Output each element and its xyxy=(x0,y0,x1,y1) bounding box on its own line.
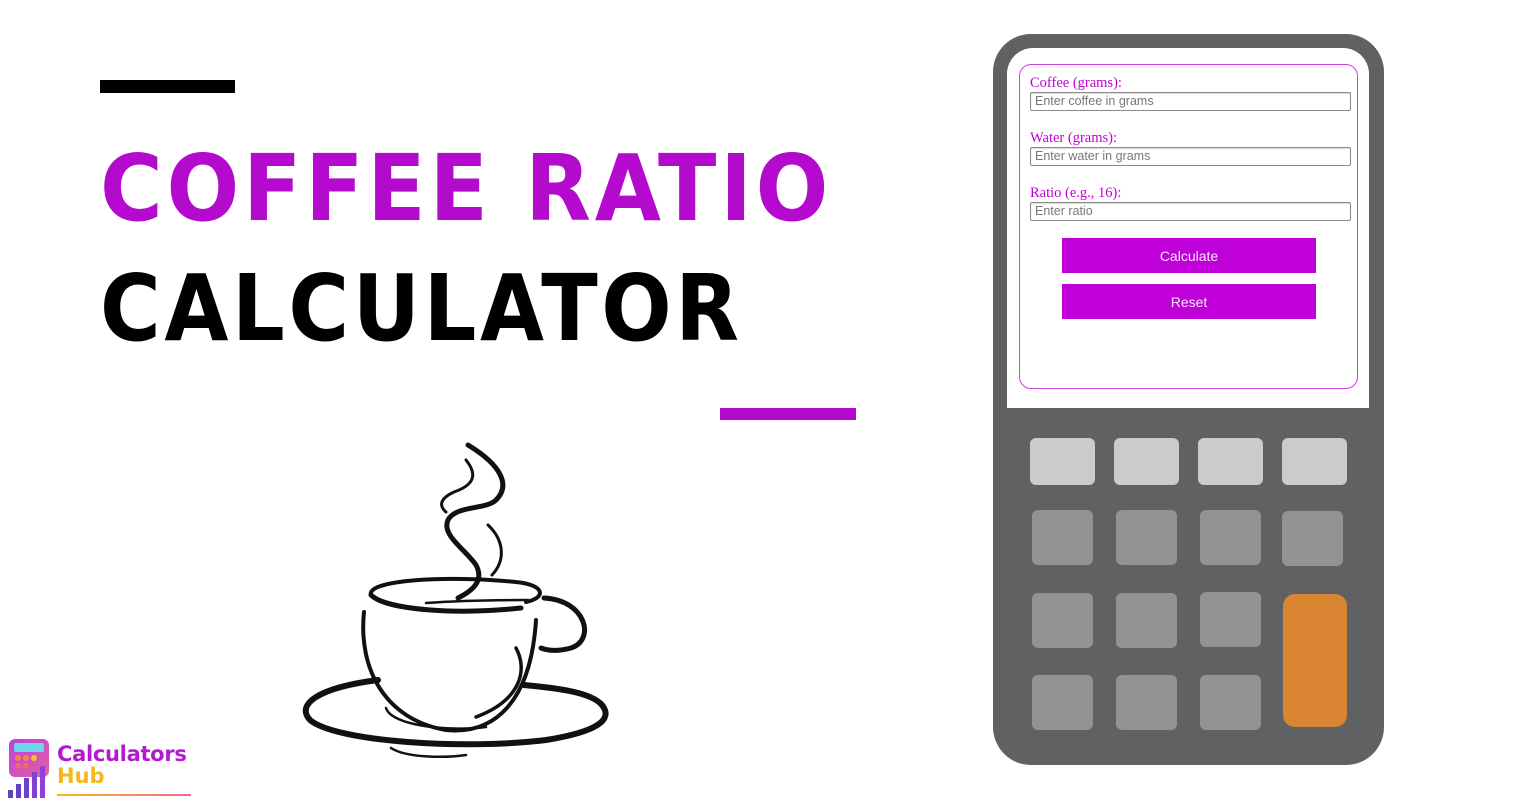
keypad-key xyxy=(1030,438,1095,485)
keypad-key xyxy=(1200,510,1261,565)
reset-button[interactable]: Reset xyxy=(1062,284,1316,319)
water-input[interactable] xyxy=(1030,147,1351,166)
keypad-key xyxy=(1282,438,1347,485)
logo-text-hub: Hub xyxy=(57,764,105,788)
calculate-button[interactable]: Calculate xyxy=(1062,238,1316,273)
keypad-key xyxy=(1198,438,1263,485)
keypad-key xyxy=(1200,592,1261,647)
keypad-key xyxy=(1200,675,1261,730)
decorative-bar-accent xyxy=(720,408,856,420)
coffee-ratio-form: Coffee (grams): Water (grams): Ratio (e.… xyxy=(1019,64,1358,389)
water-label: Water (grams): xyxy=(1030,130,1117,146)
page-title-line1: COFFEE RATIO xyxy=(100,135,833,242)
logo-text-calculators: Calculators xyxy=(57,742,187,766)
logo-underline xyxy=(57,794,191,796)
calculator-graphic: Coffee (grams): Water (grams): Ratio (e.… xyxy=(993,34,1384,765)
keypad-key xyxy=(1116,593,1177,648)
coffee-label: Coffee (grams): xyxy=(1030,75,1122,91)
keypad-key xyxy=(1114,438,1179,485)
ratio-input[interactable] xyxy=(1030,202,1351,221)
page-title-line2: CALCULATOR xyxy=(100,255,743,362)
calculator-logo-icon xyxy=(8,739,49,798)
calculator-screen: Coffee (grams): Water (grams): Ratio (e.… xyxy=(1007,48,1369,408)
keypad-key xyxy=(1032,593,1093,648)
keypad-key xyxy=(1282,511,1343,566)
ratio-label: Ratio (e.g., 16): xyxy=(1030,185,1122,201)
coffee-input[interactable] xyxy=(1030,92,1351,111)
keypad-key xyxy=(1032,510,1093,565)
keypad-key xyxy=(1116,675,1177,730)
calculators-hub-logo[interactable]: Calculators Hub xyxy=(6,738,206,800)
keypad-key xyxy=(1032,675,1093,730)
coffee-cup-icon xyxy=(302,442,609,758)
keypad-key-equals xyxy=(1283,594,1347,727)
keypad-key xyxy=(1116,510,1177,565)
decorative-bar-top xyxy=(100,80,235,93)
